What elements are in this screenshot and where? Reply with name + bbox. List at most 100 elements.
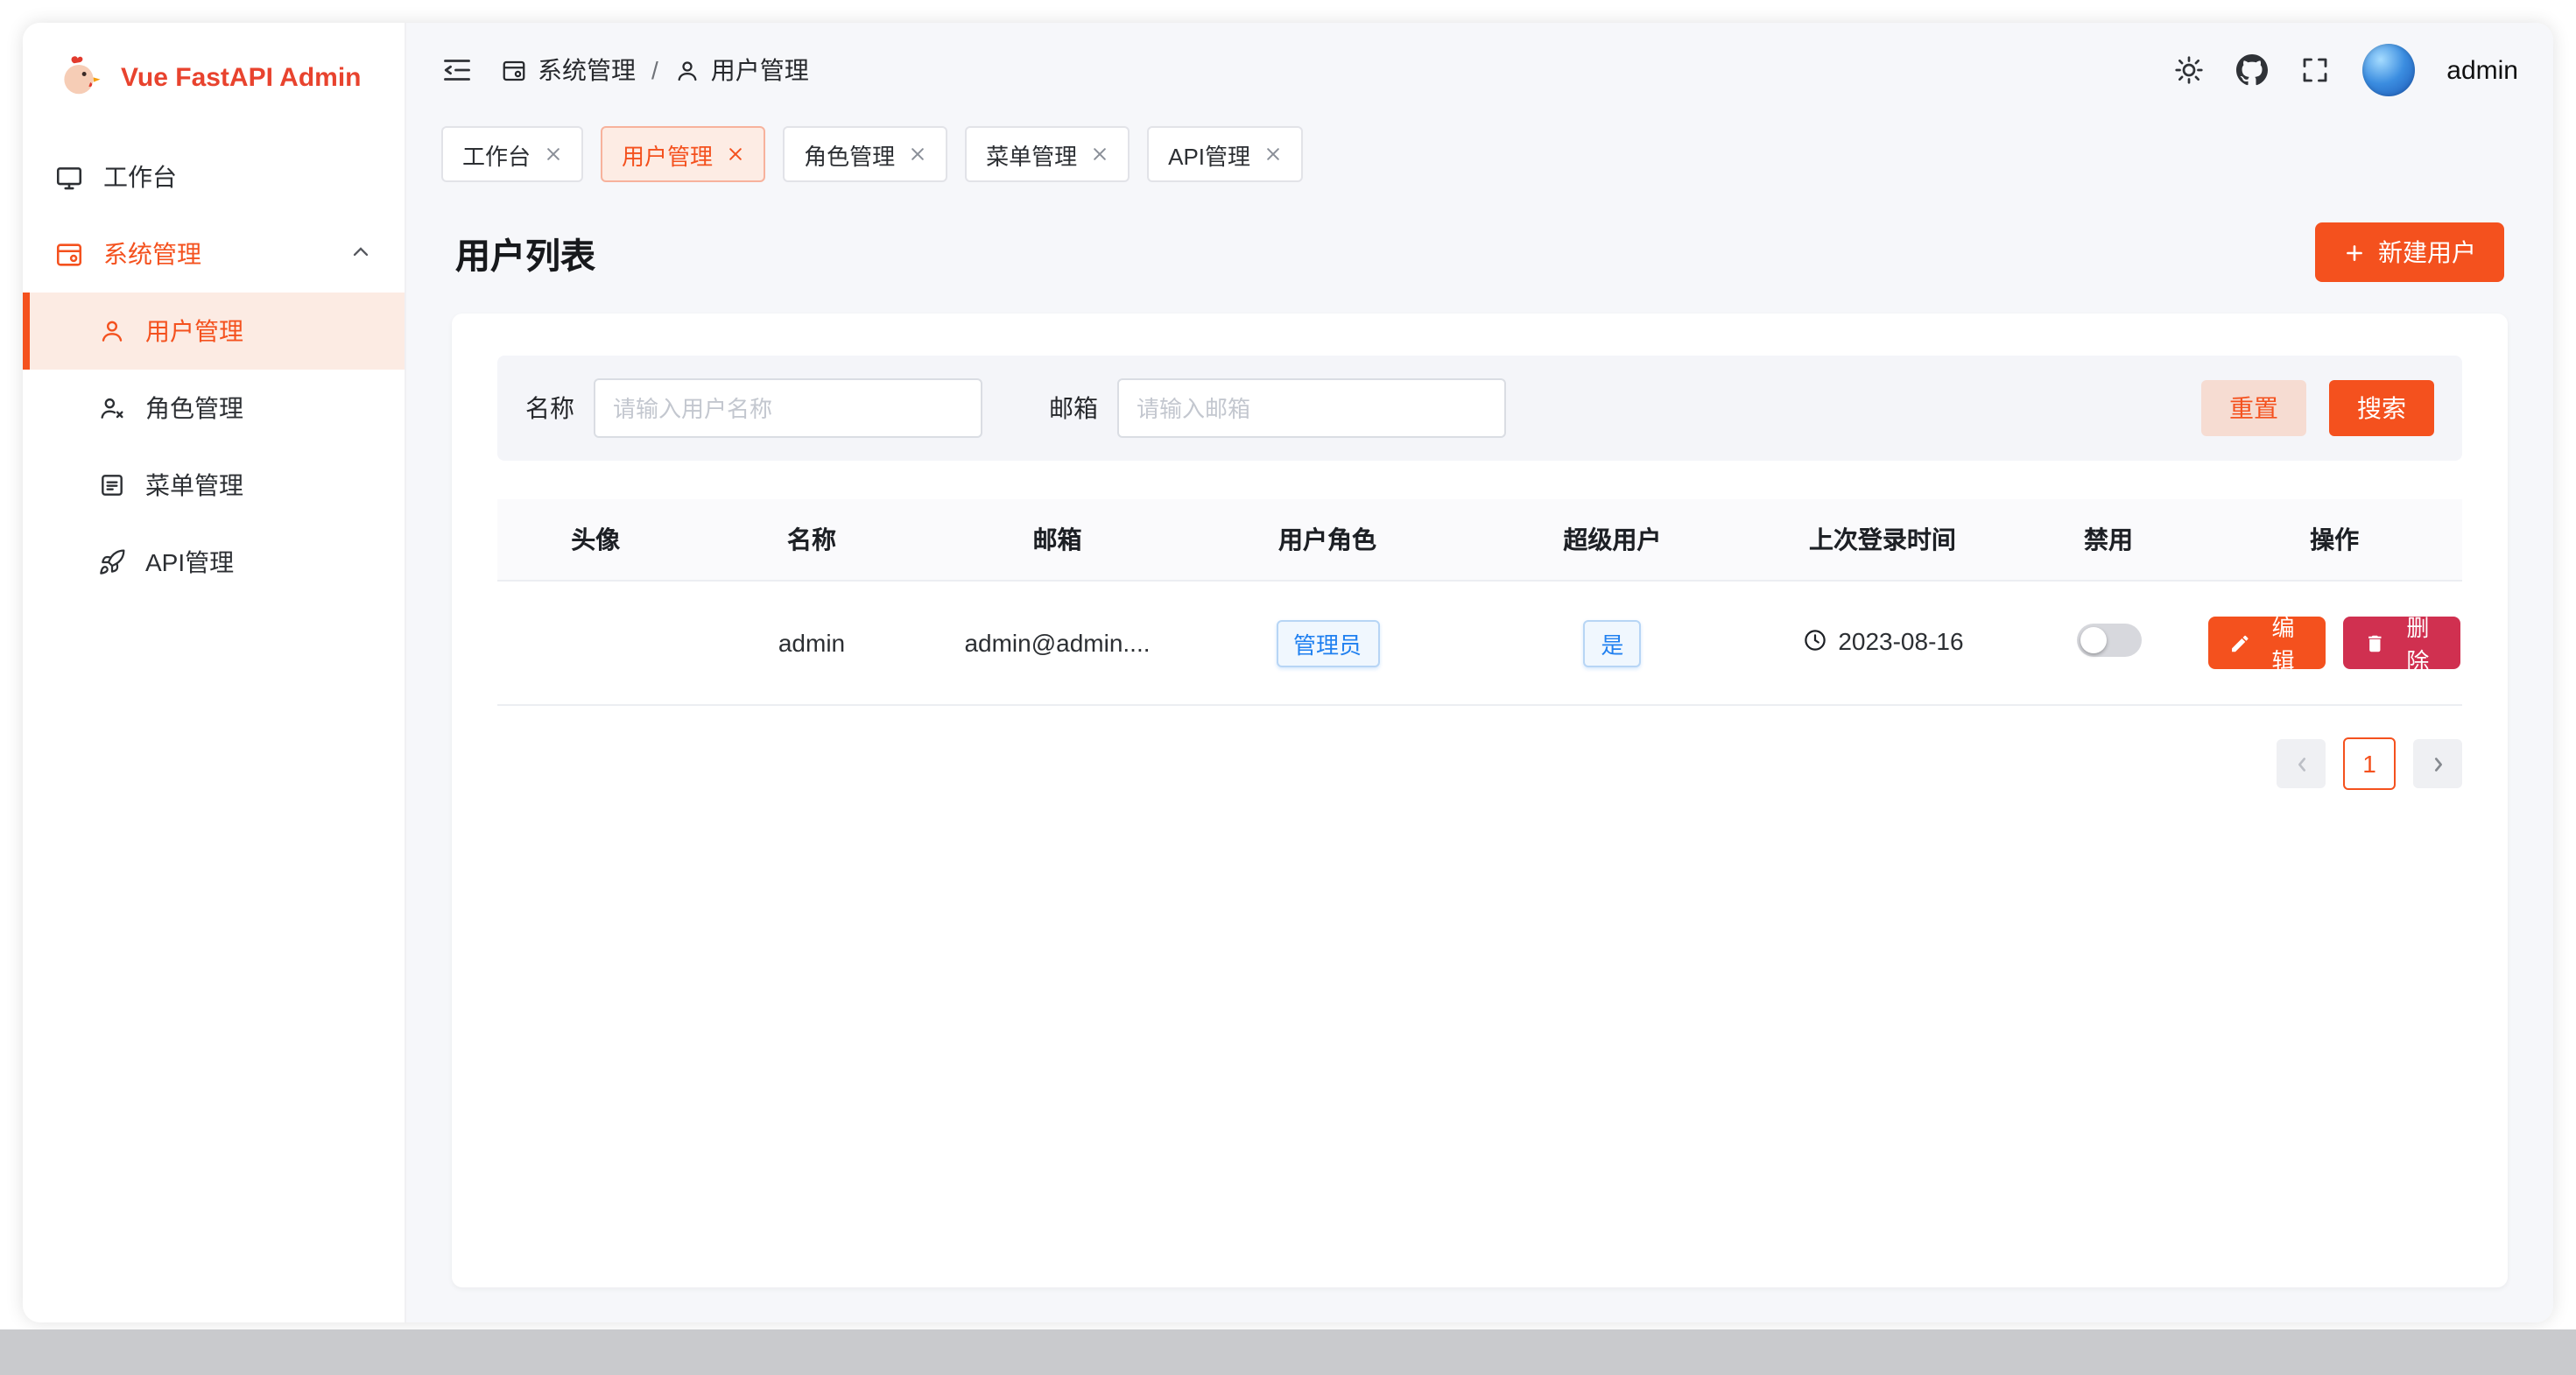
tab-role-management[interactable]: 角色管理 (783, 126, 947, 182)
close-icon[interactable] (545, 145, 562, 163)
filter-bar: 名称 邮箱 重置 搜索 (497, 356, 2462, 461)
page-title: 用户列表 (455, 227, 595, 278)
sidebar-menu: 工作台 系统管理 用户管理 (23, 131, 405, 608)
tab-label: 工作台 (462, 138, 531, 171)
breadcrumb-item-system-management[interactable]: 系统管理 (501, 53, 636, 88)
breadcrumb-label: 用户管理 (711, 53, 809, 88)
top-header: 系统管理 / 用户管理 (406, 23, 2553, 117)
column-role: 用户角色 (1185, 499, 1469, 581)
sidebar-item-system-management[interactable]: 系统管理 (23, 215, 405, 293)
desktop-background-strip (0, 1329, 2576, 1375)
pagination-next-button[interactable] (2413, 739, 2462, 788)
theme-sun-icon[interactable] (2173, 54, 2205, 86)
column-avatar: 头像 (497, 499, 693, 581)
rocket-icon (98, 548, 126, 576)
tab-workbench[interactable]: 工作台 (441, 126, 583, 182)
workbench-icon (54, 162, 84, 192)
tab-api-management[interactable]: API管理 (1147, 126, 1303, 182)
user-avatar[interactable] (2362, 44, 2415, 96)
chevron-right-icon (2426, 752, 2449, 775)
close-icon[interactable] (1091, 145, 1109, 163)
pagination: 1 (497, 737, 2462, 790)
sidebar-item-label: 工作台 (103, 159, 177, 194)
name-filter-label: 名称 (525, 391, 574, 426)
sidebar-item-label: API管理 (145, 545, 234, 580)
tab-label: 角色管理 (804, 138, 895, 171)
pagination-prev-button[interactable] (2277, 739, 2326, 788)
role-cell: 管理员 (1185, 581, 1469, 705)
sidebar-collapse-icon[interactable] (441, 54, 473, 86)
new-user-button-label: 新建用户 (2378, 235, 2476, 270)
sidebar-item-menu-management[interactable]: 菜单管理 (23, 447, 405, 524)
column-disabled: 禁用 (2010, 499, 2206, 581)
disabled-cell (2010, 581, 2206, 705)
menu-list-icon (98, 471, 126, 499)
sidebar: Vue FastAPI Admin 工作台 系统管理 (23, 23, 406, 1322)
sidebar-item-api-management[interactable]: API管理 (23, 524, 405, 601)
sidebar-item-user-management[interactable]: 用户管理 (23, 293, 405, 370)
email-cell: admin@admin.... (930, 581, 1186, 705)
breadcrumb-item-user-management[interactable]: 用户管理 (674, 53, 809, 88)
edit-button-label: 编辑 (2262, 610, 2305, 676)
header-actions: admin (2173, 44, 2518, 96)
header-username[interactable]: admin (2446, 55, 2518, 85)
tab-label: 菜单管理 (986, 138, 1077, 171)
reset-button[interactable]: 重置 (2201, 380, 2306, 436)
edit-button[interactable]: 编辑 (2208, 617, 2326, 669)
email-filter-label: 邮箱 (1049, 391, 1098, 426)
clock-icon (1801, 628, 1827, 654)
email-filter-group: 邮箱 (1049, 378, 1506, 438)
breadcrumb-separator: / (651, 56, 658, 84)
column-last-login: 上次登录时间 (1755, 499, 2010, 581)
user-list-card: 名称 邮箱 重置 搜索 (452, 314, 2508, 1287)
system-management-submenu: 用户管理 角色管理 菜单管理 (23, 293, 405, 601)
system-management-icon (501, 57, 527, 83)
app-window: Vue FastAPI Admin 工作台 系统管理 (23, 23, 2553, 1322)
user-icon (98, 317, 126, 345)
close-icon[interactable] (1264, 145, 1282, 163)
fullscreen-icon[interactable] (2299, 54, 2331, 86)
delete-button[interactable]: 删除 (2343, 617, 2460, 669)
chevron-up-icon (348, 239, 373, 269)
pencil-icon (2229, 631, 2251, 654)
tab-menu-management[interactable]: 菜单管理 (965, 126, 1130, 182)
system-management-icon (54, 239, 84, 269)
actions-cell: 编辑 删除 (2206, 581, 2462, 705)
disable-toggle[interactable] (2076, 624, 2141, 657)
sidebar-item-label: 菜单管理 (145, 468, 243, 503)
delete-button-label: 删除 (2397, 610, 2439, 676)
role-icon (98, 394, 126, 422)
table-row: admin admin@admin.... 管理员 是 (497, 581, 2462, 705)
filter-actions: 重置 搜索 (2201, 380, 2434, 436)
new-user-button[interactable]: 新建用户 (2315, 222, 2504, 282)
superuser-cell: 是 (1470, 581, 1755, 705)
page-content: 用户列表 新建用户 名称 邮箱 (406, 191, 2553, 1322)
name-filter-input[interactable] (594, 378, 982, 438)
app-logo[interactable]: Vue FastAPI Admin (23, 23, 405, 131)
column-superuser: 超级用户 (1470, 499, 1755, 581)
email-filter-input[interactable] (1117, 378, 1506, 438)
close-icon[interactable] (909, 145, 926, 163)
chevron-left-icon (2290, 752, 2312, 775)
main-area: 系统管理 / 用户管理 (406, 23, 2553, 1322)
sidebar-item-label: 系统管理 (103, 236, 201, 271)
sidebar-item-label: 角色管理 (145, 391, 243, 426)
last-login-cell: 2023-08-16 (1755, 581, 2010, 705)
tab-label: API管理 (1168, 138, 1250, 171)
close-icon[interactable] (727, 145, 744, 163)
table-header-row: 头像 名称 邮箱 用户角色 超级用户 上次登录时间 禁用 操作 (497, 499, 2462, 581)
role-tag: 管理员 (1276, 619, 1379, 666)
name-cell: admin (693, 581, 929, 705)
github-icon[interactable] (2236, 54, 2268, 86)
search-button[interactable]: 搜索 (2329, 380, 2434, 436)
breadcrumb-label: 系统管理 (538, 53, 636, 88)
superuser-tag: 是 (1583, 619, 1641, 666)
name-filter-group: 名称 (525, 378, 982, 438)
tab-user-management[interactable]: 用户管理 (601, 126, 765, 182)
pagination-page-1[interactable]: 1 (2343, 737, 2396, 790)
sidebar-item-workbench[interactable]: 工作台 (23, 138, 405, 215)
trash-icon (2364, 631, 2386, 654)
user-table: 头像 名称 邮箱 用户角色 超级用户 上次登录时间 禁用 操作 (497, 499, 2462, 706)
sidebar-item-label: 用户管理 (145, 314, 243, 349)
sidebar-item-role-management[interactable]: 角色管理 (23, 370, 405, 447)
